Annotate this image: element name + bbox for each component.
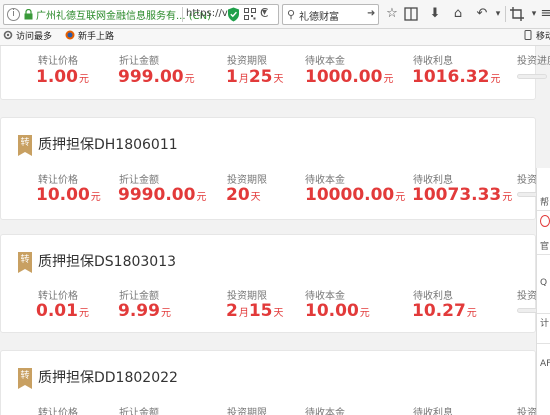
gear-icon xyxy=(3,30,13,40)
principal-label: 待收本金 xyxy=(305,291,345,302)
url-text[interactable]: https://v xyxy=(186,8,228,19)
product-card[interactable]: 转 质押担保DD1802022 转让价格 折让金额 投资期限 待收本金 待收利息… xyxy=(0,350,550,415)
term-label: 投资期限 xyxy=(227,291,267,302)
transfer-badge: 转 xyxy=(18,252,32,273)
interest-label: 待收利息 xyxy=(413,56,453,67)
principal-value: 1000.00元 xyxy=(305,67,394,87)
transfer-price-label: 转让价格 xyxy=(38,291,78,302)
transfer-badge: 转 xyxy=(18,368,32,389)
reading-list-icon[interactable] xyxy=(404,7,418,21)
principal-label: 待收本金 xyxy=(305,408,345,415)
bookmarks-bar: 访问最多 新手上路 移动 xyxy=(0,29,550,46)
interest-value: 10073.33元 xyxy=(412,185,513,205)
product-card[interactable]: 转 质押担保DH1806011 转让价格 折让金额 投资期限 待收本金 待收利息… xyxy=(0,117,550,220)
discount-value: 999.00元 xyxy=(118,67,195,87)
side-service-widget[interactable]: 帮 官 Q 计 AF xyxy=(536,168,550,415)
term-value: 20天 xyxy=(226,185,261,205)
side-item-qq[interactable]: Q xyxy=(540,278,547,288)
term-label: 投资期限 xyxy=(227,56,267,67)
home-icon[interactable]: ⌂ xyxy=(450,6,466,22)
discount-label: 折让金额 xyxy=(119,408,159,415)
term-value: 2月15天 xyxy=(226,301,284,321)
transfer-price-value: 0.01元 xyxy=(36,301,89,321)
download-icon[interactable]: ⬇ xyxy=(427,6,443,22)
principal-value: 10.00元 xyxy=(305,301,370,321)
dropdown-icon[interactable]: ▾ xyxy=(490,6,506,22)
side-item-app[interactable]: AF xyxy=(540,359,550,369)
side-item-official[interactable]: 官 xyxy=(540,239,549,252)
transfer-price-label: 转让价格 xyxy=(38,408,78,415)
bookmark-getting-started[interactable]: 新手上路 xyxy=(65,30,114,44)
term-label: 投资期限 xyxy=(227,408,267,415)
transfer-price-label: 转让价格 xyxy=(38,175,78,186)
qq-icon[interactable] xyxy=(540,215,550,227)
interest-value: 10.27元 xyxy=(412,301,477,321)
menu-icon[interactable]: ≡ xyxy=(538,6,550,22)
search-text: 礼德财富 xyxy=(299,12,339,23)
interest-label: 待收利息 xyxy=(413,175,453,186)
discount-value: 9990.00元 xyxy=(118,185,207,205)
transfer-price-value: 10.00元 xyxy=(36,185,101,205)
side-divider xyxy=(537,254,550,255)
side-divider xyxy=(537,313,550,314)
product-title[interactable]: 质押担保DD1802022 xyxy=(38,367,178,387)
principal-label: 待收本金 xyxy=(305,56,345,67)
reload-icon[interactable]: C xyxy=(260,6,268,20)
info-icon[interactable]: i xyxy=(7,8,20,21)
search-go-icon[interactable]: ➜ xyxy=(367,8,375,19)
bookmark-most-visited[interactable]: 访问最多 xyxy=(3,30,52,44)
discount-label: 折让金额 xyxy=(119,56,159,67)
discount-value: 9.99元 xyxy=(118,301,171,321)
term-label: 投资期限 xyxy=(227,175,267,186)
term-value: 1月25天 xyxy=(226,67,284,87)
site-owner: 广州礼德互联网金融信息服务有... (CN) xyxy=(36,11,211,22)
interest-label: 待收利息 xyxy=(413,408,453,415)
url-bar[interactable]: i 广州礼德互联网金融信息服务有... (CN) https://v ▾ xyxy=(3,4,279,25)
product-card[interactable]: 转 质押担保DS1803013 转让价格 折让金额 投资期限 待收本金 待收利息… xyxy=(0,234,550,333)
principal-value: 10000.00元 xyxy=(305,185,406,205)
transfer-price-label: 转让价格 xyxy=(38,56,78,67)
product-title[interactable]: 质押担保DS1803013 xyxy=(38,251,176,271)
principal-label: 待收本金 xyxy=(305,175,345,186)
lock-icon xyxy=(24,9,33,20)
progress-bar xyxy=(517,74,547,79)
search-input[interactable]: ⚲ 礼德财富 ➜ xyxy=(282,4,379,25)
shield-icon[interactable] xyxy=(227,7,240,22)
side-item-help[interactable]: 帮 xyxy=(540,195,549,208)
side-divider xyxy=(537,210,550,211)
bookmark-mobile[interactable]: 移动 xyxy=(523,30,550,44)
discount-label: 折让金额 xyxy=(119,291,159,302)
side-divider xyxy=(537,343,550,344)
side-item-calc[interactable]: 计 xyxy=(540,316,549,329)
url-divider xyxy=(182,7,183,22)
discount-label: 折让金额 xyxy=(119,175,159,186)
product-card[interactable]: 转让价格 折让金额 投资期限 待收本金 待收利息 投资进度 1.00元 999.… xyxy=(0,46,550,100)
search-icon: ⚲ xyxy=(287,8,296,21)
browser-toolbar: i 广州礼德互联网金融信息服务有... (CN) https://v ▾ C ⚲… xyxy=(0,0,550,29)
crop-icon[interactable] xyxy=(510,7,524,21)
transfer-price-value: 1.00元 xyxy=(36,67,89,87)
interest-label: 待收利息 xyxy=(413,291,453,302)
toolbar-divider xyxy=(505,6,506,22)
mobile-icon xyxy=(524,30,532,40)
progress-label: 投资进度 xyxy=(517,56,550,67)
back-icon[interactable]: ↶ xyxy=(474,6,490,22)
product-title[interactable]: 质押担保DH1806011 xyxy=(38,134,178,154)
transfer-badge: 转 xyxy=(18,135,32,156)
qr-code-icon[interactable] xyxy=(244,8,256,20)
page-content: 转让价格 折让金额 投资期限 待收本金 待收利息 投资进度 1.00元 999.… xyxy=(0,46,550,415)
firefox-icon xyxy=(65,30,75,40)
interest-value: 1016.32元 xyxy=(412,67,501,87)
star-icon[interactable]: ☆ xyxy=(384,6,400,22)
